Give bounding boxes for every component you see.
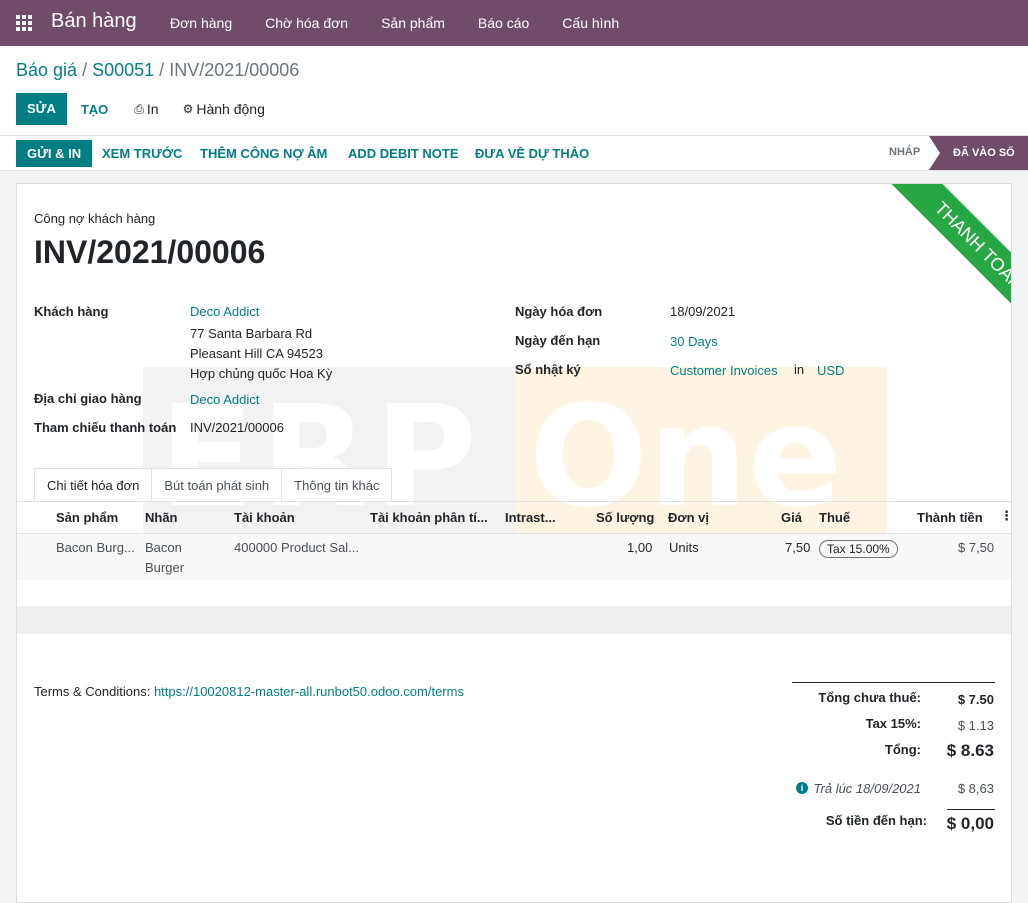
total-value: $ 8.63 bbox=[946, 741, 994, 760]
breadcrumb-quotations[interactable]: Báo giá bbox=[16, 60, 77, 80]
invoice-type: Công nợ khách hàng bbox=[34, 211, 156, 226]
col-label[interactable]: Nhãn bbox=[145, 510, 178, 525]
delivery-address-link[interactable]: Deco Addict bbox=[190, 392, 259, 407]
top-navbar: Bán hàng Đơn hàng Chờ hóa đơn Sản phẩm B… bbox=[0, 0, 1028, 46]
payment-info-icon[interactable]: i bbox=[796, 782, 808, 794]
terms-conditions: Terms & Conditions: https://10020812-mas… bbox=[34, 684, 464, 699]
delivery-address-label: Địa chỉ giao hàng bbox=[34, 391, 142, 406]
stage-posted[interactable]: ĐÃ VÀO SỔ bbox=[929, 136, 1028, 170]
notebook-tabs: Chi tiết hóa đơn Bút toán phát sinh Thôn… bbox=[34, 468, 393, 502]
due-date-label: Ngày đến hạn bbox=[515, 333, 601, 348]
tab-other-info[interactable]: Thông tin khác bbox=[281, 468, 393, 502]
untaxed-label: Tổng chưa thuế: bbox=[818, 690, 921, 705]
apps-menu-icon[interactable] bbox=[16, 15, 34, 31]
payment-reference-value: INV/2021/00006 bbox=[190, 420, 284, 435]
cell-account: 400000 Product Sal... bbox=[234, 540, 360, 555]
breadcrumb-separator: / bbox=[82, 60, 93, 80]
col-taxes[interactable]: Thuế bbox=[819, 510, 850, 525]
credit-note-button[interactable]: THÊM CÔNG NỢ ÂM bbox=[200, 140, 327, 167]
menu-reporting[interactable]: Báo cáo bbox=[478, 15, 529, 31]
tax-badge: Tax 15.00% bbox=[819, 540, 898, 558]
due-divider bbox=[947, 809, 995, 810]
gear-icon: ⚙ bbox=[182, 102, 194, 116]
totals-divider bbox=[792, 682, 995, 683]
col-price[interactable]: Giá bbox=[781, 510, 802, 525]
customer-label: Khách hàng bbox=[34, 304, 109, 319]
invoice-date-label: Ngày hóa đơn bbox=[515, 304, 603, 319]
journal-label: Sổ nhật ký bbox=[515, 362, 581, 377]
tab-journal-items[interactable]: Bút toán phát sinh bbox=[151, 468, 283, 502]
col-subtotal[interactable]: Thành tiền bbox=[917, 510, 983, 525]
cell-uom: Units bbox=[669, 540, 699, 555]
invoice-date-value: 18/09/2021 bbox=[670, 304, 736, 319]
customer-address: 77 Santa Barbara Rd Pleasant Hill CA 945… bbox=[190, 324, 332, 384]
action-label: Hành động bbox=[196, 101, 265, 117]
total-label: Tổng: bbox=[884, 742, 921, 757]
customer-link[interactable]: Deco Addict bbox=[190, 304, 259, 319]
edit-button[interactable]: SỬA bbox=[16, 93, 67, 125]
cell-label-line: Bacon bbox=[145, 540, 182, 555]
menu-configuration[interactable]: Cấu hình bbox=[562, 15, 619, 31]
menu-to-invoice[interactable]: Chờ hóa đơn bbox=[265, 15, 348, 31]
menu-orders[interactable]: Đơn hàng bbox=[170, 15, 232, 31]
print-label: In bbox=[146, 101, 159, 117]
currency-link[interactable]: USD bbox=[817, 363, 844, 378]
reset-to-draft-button[interactable]: ĐƯA VỀ DỰ THẢO bbox=[475, 140, 589, 167]
paid-amount: $ 8,63 bbox=[957, 781, 994, 796]
print-icon: ⎙ bbox=[134, 101, 144, 116]
tax-label: Tax 15%: bbox=[865, 716, 921, 731]
breadcrumb-separator: / bbox=[159, 60, 170, 80]
optional-columns-icon[interactable]: ⋮ bbox=[1000, 508, 1011, 524]
col-intrastat[interactable]: Intrast... bbox=[505, 510, 556, 525]
control-panel: SỬA TẠO ⎙ In ⚙ Hành động bbox=[16, 93, 265, 125]
journal-link[interactable]: Customer Invoices bbox=[670, 363, 778, 378]
tax-value: $ 1.13 bbox=[957, 718, 994, 733]
create-button[interactable]: TẠO bbox=[81, 102, 108, 117]
address-line: 77 Santa Barbara Rd bbox=[190, 326, 313, 341]
table-row[interactable]: Bacon Burg... Bacon Burger 400000 Produc… bbox=[17, 534, 1011, 580]
stage-draft[interactable]: NHÁP bbox=[889, 146, 920, 158]
terms-label: Terms & Conditions: bbox=[34, 684, 151, 699]
paid-ribbon: THANH TOÁN bbox=[861, 184, 1011, 334]
breadcrumb: Báo giá / S00051 / INV/2021/00006 bbox=[16, 60, 299, 81]
col-uom[interactable]: Đơn vị bbox=[668, 510, 709, 525]
tab-invoice-lines[interactable]: Chi tiết hóa đơn bbox=[34, 468, 153, 502]
status-bar: GỬI & IN XEM TRƯỚC THÊM CÔNG NỢ ÂM ADD D… bbox=[0, 135, 1028, 171]
app-name[interactable]: Bán hàng bbox=[51, 10, 137, 33]
cell-label-line: Burger bbox=[145, 560, 185, 575]
invoice-number: INV/2021/00006 bbox=[34, 234, 266, 270]
terms-link[interactable]: https://10020812-master-all.runbot50.odo… bbox=[154, 684, 464, 699]
invoice-lines-header: Sản phẩm Nhãn Tài khoản Tài khoản phân t… bbox=[17, 502, 1011, 534]
col-analytic-account[interactable]: Tài khoản phân tí... bbox=[370, 510, 488, 525]
action-dropdown[interactable]: ⚙ Hành động bbox=[183, 101, 265, 117]
amount-due-value: $ 0,00 bbox=[946, 814, 994, 833]
main-menu: Đơn hàng Chờ hóa đơn Sản phẩm Báo cáo Cấ… bbox=[170, 0, 652, 46]
payment-reference-label: Tham chiếu thanh toán bbox=[34, 420, 177, 435]
col-account[interactable]: Tài khoản bbox=[234, 510, 295, 525]
table-footer-row bbox=[17, 606, 1011, 634]
debit-note-button[interactable]: ADD DEBIT NOTE bbox=[348, 140, 459, 167]
address-line: Pleasant Hill CA 94523 bbox=[190, 346, 323, 361]
untaxed-value: $ 7.50 bbox=[957, 692, 994, 707]
breadcrumb-order[interactable]: S00051 bbox=[92, 60, 154, 80]
col-quantity[interactable]: Số lượng bbox=[596, 510, 654, 525]
cell-label: Bacon Burger bbox=[145, 538, 184, 578]
preview-button[interactable]: XEM TRƯỚC bbox=[102, 140, 182, 167]
breadcrumb-current: INV/2021/00006 bbox=[169, 60, 300, 80]
invoice-sheet: ERP One THANH TOÁN Công nợ khách hàng IN… bbox=[16, 183, 1012, 903]
print-dropdown[interactable]: ⎙ In bbox=[134, 101, 158, 117]
send-print-button[interactable]: GỬI & IN bbox=[16, 140, 93, 167]
payment-terms-link[interactable]: 30 Days bbox=[670, 334, 718, 349]
cell-product: Bacon Burg... bbox=[56, 540, 135, 555]
cell-price: 7,50 bbox=[785, 540, 811, 555]
journal-in-text: in bbox=[794, 362, 805, 377]
paid-on-label: Trả lúc 18/09/2021 bbox=[813, 781, 921, 796]
amount-due-label: Số tiền đến hạn: bbox=[825, 813, 927, 828]
address-line: Hợp chủng quốc Hoa Kỳ bbox=[190, 366, 333, 381]
cell-quantity: 1,00 bbox=[627, 540, 653, 555]
menu-products[interactable]: Sản phẩm bbox=[381, 15, 445, 31]
paid-ribbon-label: THANH TOÁN bbox=[888, 184, 1011, 334]
col-product[interactable]: Sản phẩm bbox=[56, 510, 118, 525]
cell-subtotal: $ 7,50 bbox=[958, 540, 995, 555]
